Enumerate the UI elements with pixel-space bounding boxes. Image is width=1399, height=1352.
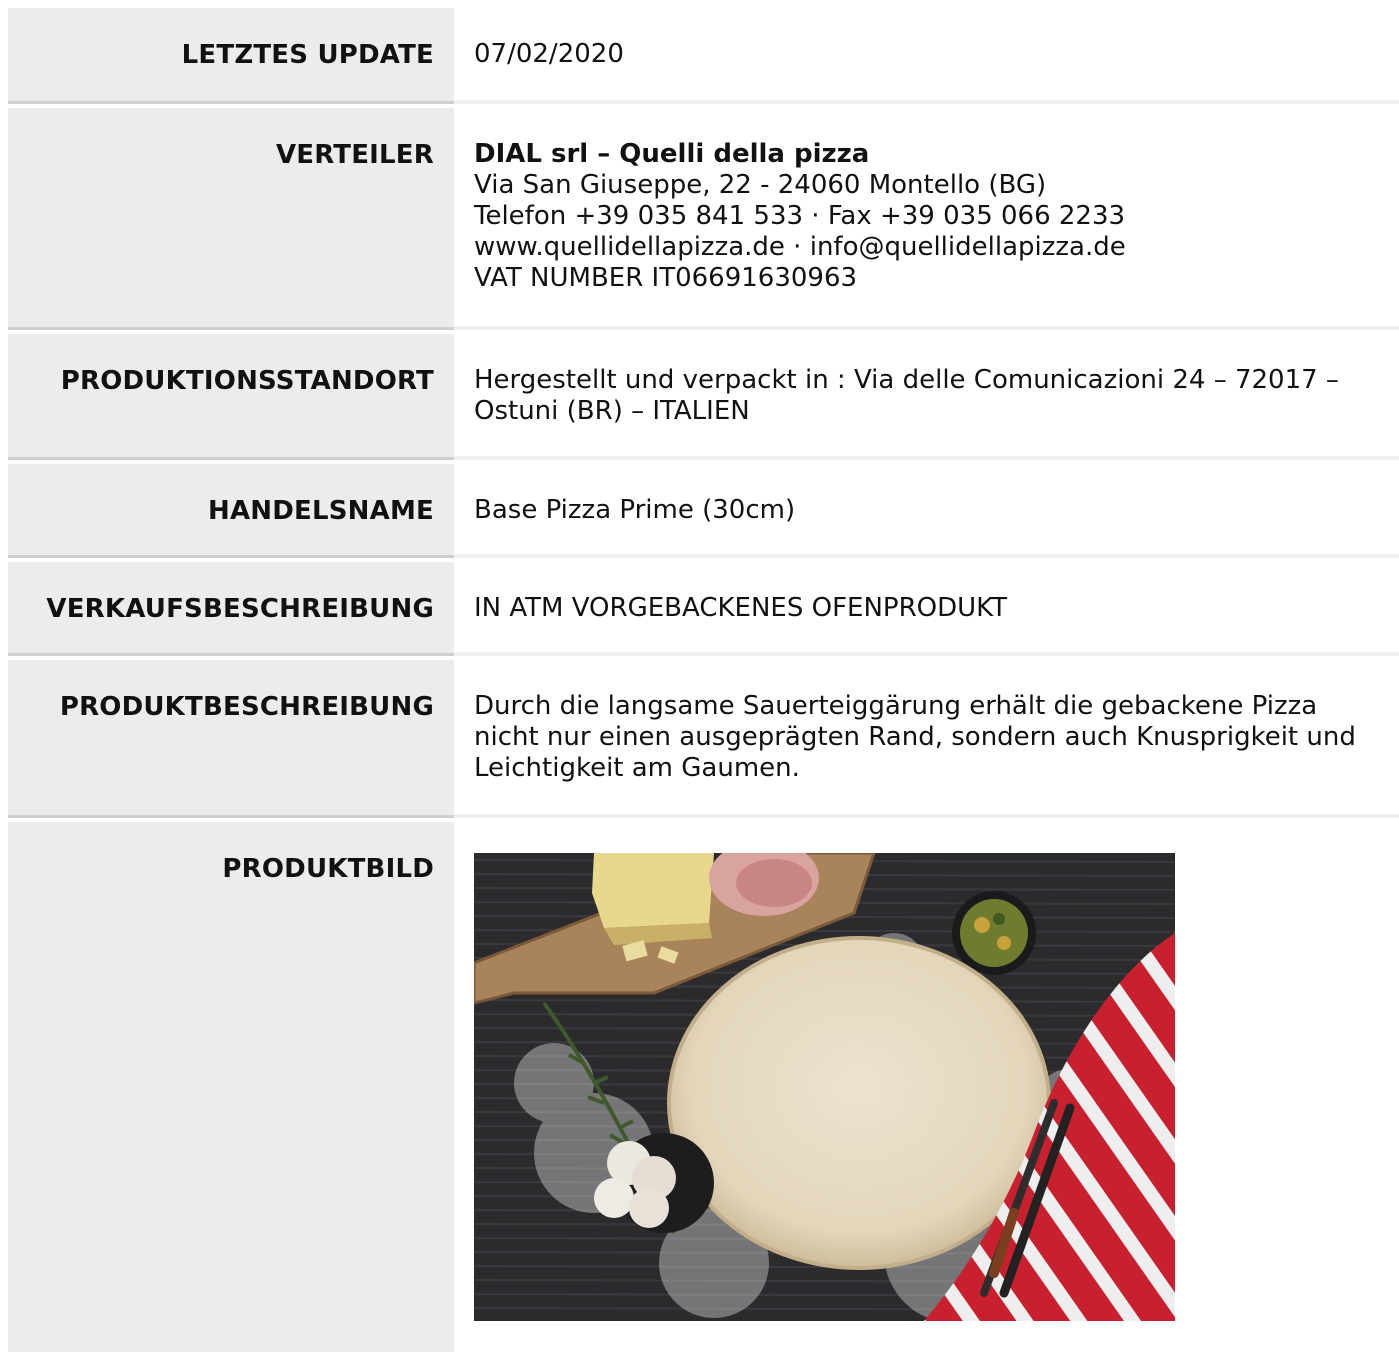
production-site-value: Hergestellt und verpackt in : Via delle …: [454, 334, 1399, 460]
pizza-base-illustration: [474, 853, 1175, 1321]
row-product-description: PRODUKTBESCHREIBUNG Durch die langsame S…: [8, 660, 1399, 822]
sales-description-label: VERKAUFSBESCHREIBUNG: [8, 562, 454, 656]
row-distributor: VERTEILER DIAL srl – Quelli della pizza …: [8, 108, 1399, 334]
product-image-label: PRODUKTBILD: [8, 822, 454, 1352]
last-update-label: LETZTES UPDATE: [8, 8, 454, 104]
row-sales-description: VERKAUFSBESCHREIBUNG IN ATM VORGEBACKENE…: [8, 562, 1399, 660]
row-last-update: LETZTES UPDATE 07/02/2020: [8, 8, 1399, 108]
distributor-address: Via San Giuseppe, 22 - 24060 Montello (B…: [474, 170, 1047, 200]
product-description-value: Durch die langsame Sauerteiggärung erhäl…: [454, 660, 1399, 818]
product-description-label: PRODUKTBESCHREIBUNG: [8, 660, 454, 818]
production-site-label: PRODUKTIONSSTANDORT: [8, 334, 454, 460]
row-production-site: PRODUKTIONSSTANDORT Hergestellt und verp…: [8, 334, 1399, 464]
product-photo: [474, 853, 1175, 1321]
distributor-value: DIAL srl – Quelli della pizza Via San Gi…: [454, 108, 1399, 330]
distributor-phone-fax: Telefon +39 035 841 533 · Fax +39 035 06…: [474, 201, 1126, 231]
sales-description-value: IN ATM VORGEBACKENES OFENPRODUKT: [454, 562, 1399, 656]
trade-name-label: HANDELSNAME: [8, 464, 454, 558]
zucchini-bowl: [952, 891, 1036, 975]
trade-name-value: Base Pizza Prime (30cm): [454, 464, 1399, 558]
distributor-vat-number: VAT NUMBER IT06691630963: [474, 263, 858, 293]
distributor-company-name: DIAL srl – Quelli della pizza: [474, 139, 870, 169]
product-image-cell: [454, 822, 1399, 1352]
row-trade-name: HANDELSNAME Base Pizza Prime (30cm): [8, 464, 1399, 562]
product-spec-sheet: LETZTES UPDATE 07/02/2020 VERTEILER DIAL…: [8, 8, 1399, 1352]
distributor-web-email: www.quellidellapizza.de · info@quellidel…: [474, 232, 1126, 262]
last-update-value: 07/02/2020: [454, 8, 1399, 104]
row-product-image: PRODUKTBILD: [8, 822, 1399, 1352]
pizza-base: [667, 936, 1051, 1270]
distributor-label: VERTEILER: [8, 108, 454, 330]
